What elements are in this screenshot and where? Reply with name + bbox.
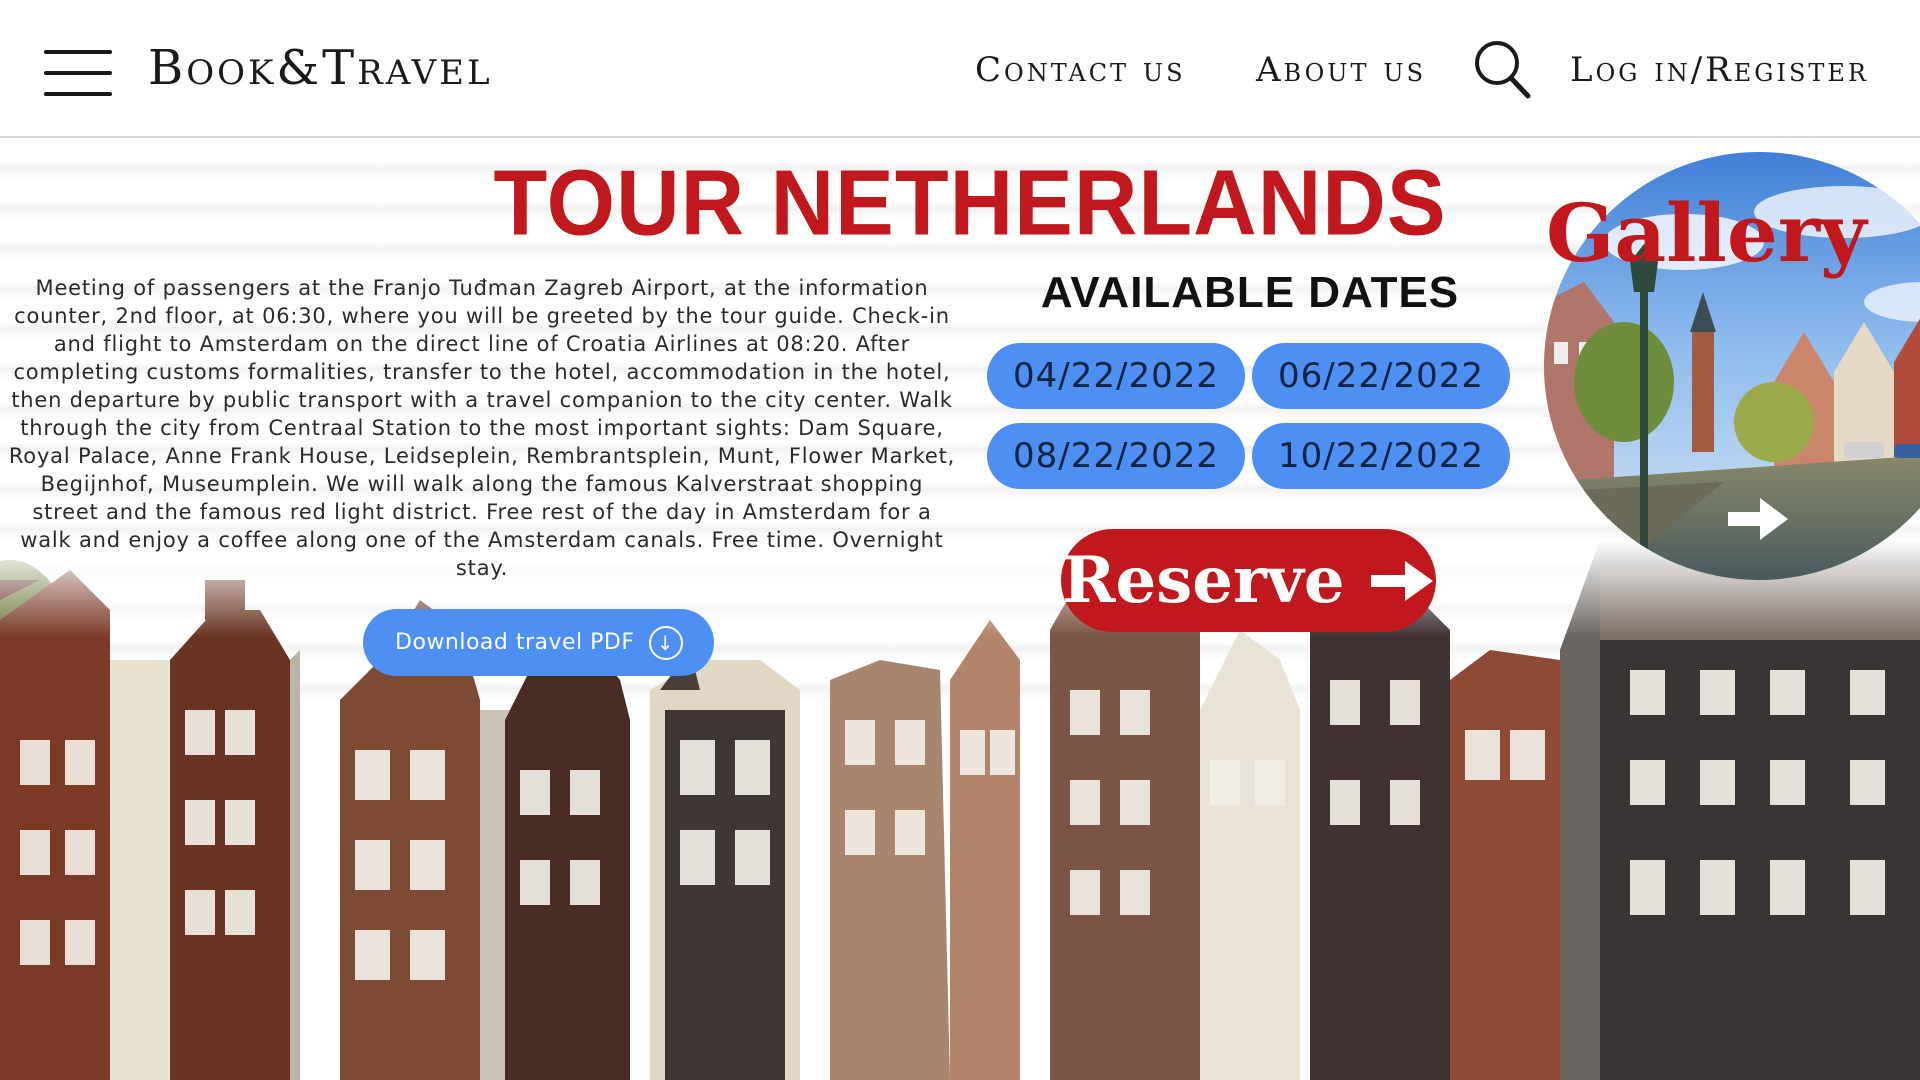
date-option[interactable]: 06/22/2022 [1252, 343, 1510, 409]
hamburger-line [44, 92, 112, 96]
gallery-link[interactable]: Gallery [1546, 186, 1866, 280]
brand-logo[interactable]: Book&Travel [148, 40, 493, 96]
download-pdf-label: Download travel PDF [395, 630, 635, 655]
date-option[interactable]: 08/22/2022 [987, 423, 1245, 489]
date-option[interactable]: 10/22/2022 [1252, 423, 1510, 489]
download-icon: ↓ [648, 625, 683, 660]
date-option[interactable]: 04/22/2022 [987, 343, 1245, 409]
tour-description: Meeting of passengers at the Franjo Tuđm… [8, 276, 956, 580]
amsterdam-canal-houses-image [0, 540, 1920, 1080]
arrow-right-icon [1370, 560, 1433, 601]
nav-login-register[interactable]: Log in/Register [1570, 50, 1869, 90]
hamburger-menu-icon[interactable] [44, 50, 112, 96]
hamburger-line [44, 50, 112, 54]
download-pdf-button[interactable]: Download travel PDF ↓ [363, 609, 714, 676]
nav-about-us[interactable]: About us [1256, 50, 1426, 90]
search-icon[interactable] [1470, 36, 1534, 100]
reserve-button[interactable]: Reserve [1061, 529, 1436, 632]
hamburger-line [44, 71, 112, 75]
site-header: Book&Travel Contact us About us Log in/R… [0, 0, 1920, 138]
available-dates-heading: AVAILABLE DATES [1040, 268, 1460, 317]
nav-contact-us[interactable]: Contact us [975, 50, 1186, 90]
reserve-label: Reserve [1062, 543, 1345, 618]
